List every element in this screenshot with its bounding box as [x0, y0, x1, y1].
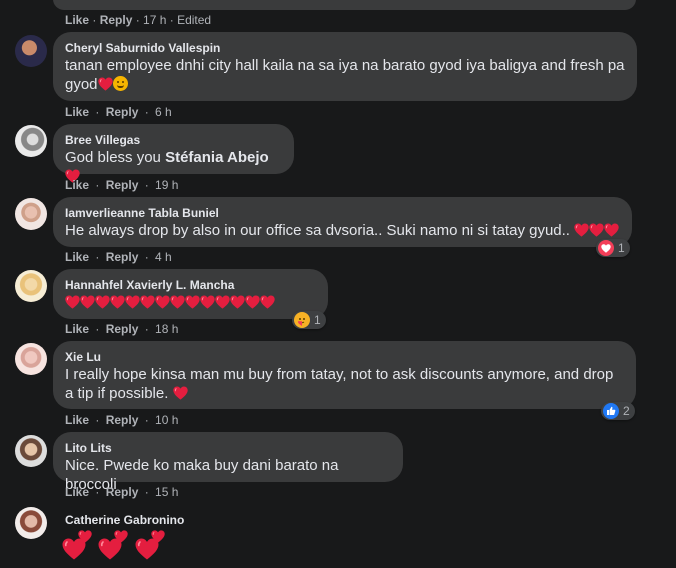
- timestamp[interactable]: 15 h: [155, 485, 178, 499]
- reaction-summary[interactable]: 1: [596, 239, 630, 257]
- two-hearts-emoji-icon: [98, 530, 129, 560]
- reaction-count: 1: [618, 241, 625, 255]
- comment-bubble: Bree Villegas God bless you Stéfania Abe…: [53, 124, 294, 174]
- comment-text: He always drop by also in our office sa …: [65, 221, 620, 240]
- heart-emoji-icon: [95, 295, 110, 309]
- comment-bubble: Hannahfel Xavierly L. Mancha: [53, 269, 328, 319]
- avatar[interactable]: [15, 507, 47, 539]
- heart-emoji-icon: [245, 295, 260, 309]
- timestamp[interactable]: 10 h: [155, 413, 178, 427]
- comment-author[interactable]: Cheryl Saburnido Vallespin: [65, 40, 625, 56]
- avatar[interactable]: [15, 125, 47, 157]
- reply-button[interactable]: Reply: [106, 413, 139, 427]
- like-button[interactable]: Like: [65, 105, 89, 119]
- heart-emoji-icon: [170, 295, 185, 309]
- comment-text: tanan employee dnhi city hall kaila na s…: [65, 57, 625, 93]
- comment-actions: Like · Reply · 10 h: [65, 413, 179, 427]
- heart-emoji-icon: [574, 223, 589, 237]
- heart-emoji-icon: [604, 223, 619, 237]
- comment-bubble: Cheryl Saburnido Vallespin tanan employe…: [53, 32, 637, 101]
- heart-emoji-icon: [65, 295, 80, 309]
- comment-actions: Like · Reply · 4 h: [65, 250, 172, 264]
- like-button[interactable]: Like: [65, 13, 89, 27]
- heart-emoji-icon: [230, 295, 245, 309]
- timestamp[interactable]: 19 h: [155, 178, 178, 192]
- reaction-summary[interactable]: 1: [292, 311, 326, 329]
- smiling-face-with-hearts-emoji-icon: [112, 76, 128, 91]
- comment-actions: Like · Reply · 18 h: [65, 322, 179, 336]
- comment-author[interactable]: Lito Lits: [65, 440, 391, 456]
- like-button[interactable]: Like: [65, 322, 89, 336]
- reply-button[interactable]: Reply: [106, 485, 139, 499]
- heart-emoji-icon: [80, 295, 95, 309]
- like-button[interactable]: Like: [65, 413, 89, 427]
- comment-author[interactable]: Iamverlieanne Tabla Buniel: [65, 205, 620, 221]
- comment-actions: Like · Reply · 6 h: [65, 105, 172, 119]
- heart-emoji-icon: [140, 295, 155, 309]
- reaction-count: 1: [314, 313, 321, 327]
- comment-author[interactable]: Catherine Gabronino: [65, 512, 184, 528]
- comment-actions: Like · Reply · 15 h: [65, 485, 179, 499]
- comment-author[interactable]: Hannahfel Xavierly L. Mancha: [65, 277, 316, 293]
- heart-emoji-icon: [589, 223, 604, 237]
- reply-button[interactable]: Reply: [106, 105, 139, 119]
- heart-emoji-icon: [125, 295, 140, 309]
- timestamp[interactable]: 17 h: [143, 13, 166, 27]
- comment-bubble: Iamverlieanne Tabla Buniel He always dro…: [53, 197, 632, 247]
- tagged-user-link[interactable]: Stéfania Abejo: [165, 149, 269, 166]
- heart-emoji-icon: [200, 295, 215, 309]
- two-hearts-emoji-icon: [173, 386, 188, 400]
- timestamp[interactable]: 18 h: [155, 322, 178, 336]
- like-button[interactable]: Like: [65, 250, 89, 264]
- reply-button[interactable]: Reply: [106, 178, 139, 192]
- heart-emoji-icon: [260, 295, 275, 309]
- timestamp[interactable]: 6 h: [155, 105, 172, 119]
- avatar[interactable]: [15, 343, 47, 375]
- reaction-count: 2: [623, 404, 630, 418]
- comment-bubble: Lito Lits Nice. Pwede ko maka buy dani b…: [53, 432, 403, 493]
- heart-emoji-icon: [155, 295, 170, 309]
- edited-label: Edited: [177, 13, 212, 27]
- comment-text: [65, 293, 316, 312]
- two-hearts-emoji-icon: [134, 530, 165, 560]
- two-hearts-emoji-icon: [62, 530, 92, 560]
- heart-emoji-icon: [215, 295, 230, 309]
- avatar[interactable]: [15, 35, 47, 67]
- timestamp[interactable]: 4 h: [155, 250, 172, 264]
- heart-emoji-icon: [110, 295, 125, 309]
- reply-button[interactable]: Reply: [106, 322, 139, 336]
- heart-emoji-icon: [185, 295, 200, 309]
- like-button[interactable]: Like: [65, 485, 89, 499]
- comment-author[interactable]: Xie Lu: [65, 349, 624, 365]
- love-reaction-icon: [598, 240, 614, 256]
- avatar[interactable]: [15, 270, 47, 302]
- like-reaction-icon: [603, 403, 619, 419]
- reply-button[interactable]: Reply: [100, 13, 133, 27]
- comment-author[interactable]: Bree Villegas: [65, 132, 282, 148]
- heart-emoji-icon: [98, 77, 113, 91]
- comment-actions: Like · Reply · 19 h: [65, 178, 179, 192]
- comment-bubble: Xie Lu I really hope kinsa man mu buy fr…: [53, 341, 636, 409]
- comment-text: I really hope kinsa man mu buy from tata…: [65, 366, 614, 402]
- comment-sticker-hearts: [62, 530, 167, 565]
- avatar[interactable]: [15, 198, 47, 230]
- care-reaction-icon: [294, 312, 310, 328]
- previous-comment-actions: Like · Reply · 17 h · Edited: [65, 13, 212, 27]
- reply-button[interactable]: Reply: [106, 250, 139, 264]
- like-button[interactable]: Like: [65, 178, 89, 192]
- reaction-summary[interactable]: 2: [601, 402, 635, 420]
- previous-comment-bubble: [53, 0, 636, 10]
- avatar[interactable]: [15, 435, 47, 467]
